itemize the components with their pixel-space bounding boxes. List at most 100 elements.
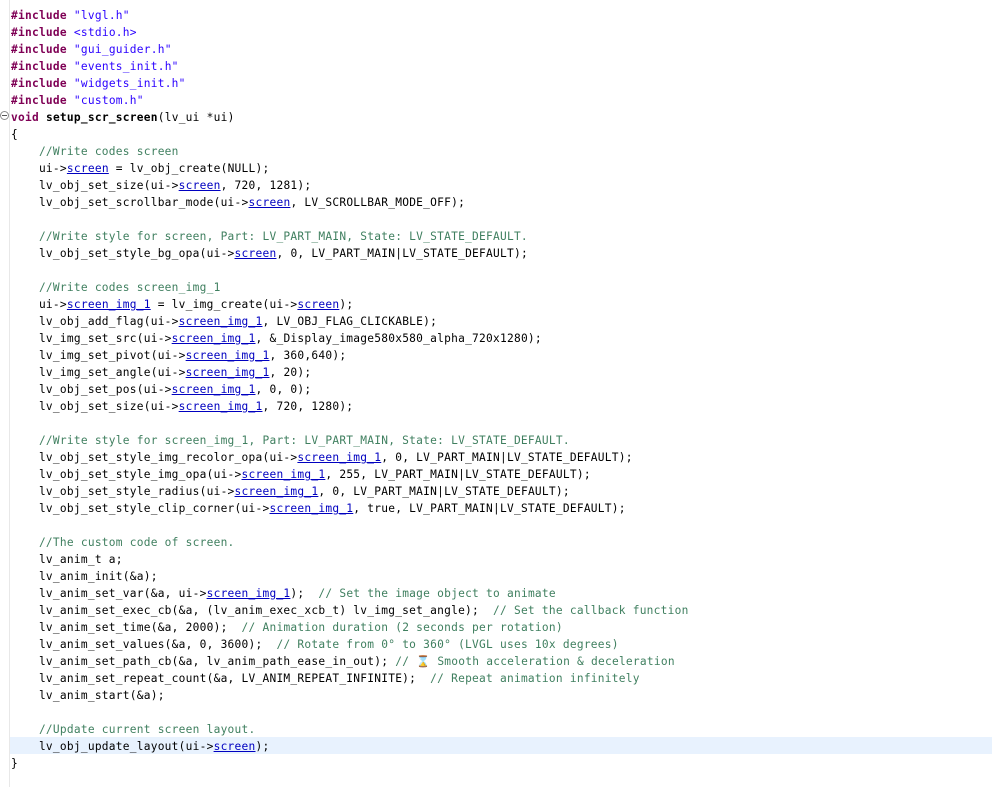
- string-token: "lvgl.h": [73, 9, 130, 22]
- code-line[interactable]: #include <stdio.h>: [11, 24, 137, 41]
- code-token: = lv_img_create(ui->: [150, 298, 298, 311]
- code-token: lv_obj_set_size(ui->: [11, 400, 179, 413]
- code-line[interactable]: void setup_scr_screen(lv_ui *ui): [11, 109, 235, 126]
- code-token: lv_obj_set_style_img_recolor_opa(ui->: [11, 451, 298, 464]
- code-token: );: [339, 298, 354, 311]
- code-token: , 0, LV_PART_MAIN|LV_STATE_DEFAULT);: [381, 451, 633, 464]
- code-line[interactable]: lv_obj_set_style_radius(ui->screen_img_1…: [11, 483, 570, 500]
- code-line[interactable]: lv_anim_set_time(&a, 2000); // Animation…: [11, 619, 563, 636]
- code-line[interactable]: #include "custom.h": [11, 92, 144, 109]
- code-token: ui->: [11, 298, 67, 311]
- field-token: screen: [213, 740, 256, 753]
- code-line[interactable]: //Write style for screen_img_1, Part: LV…: [11, 432, 570, 449]
- code-line[interactable]: lv_obj_set_style_bg_opa(ui->screen, 0, L…: [11, 245, 528, 262]
- code-line[interactable]: lv_anim_set_repeat_count(&a, LV_ANIM_REP…: [11, 670, 640, 687]
- code-token: lv_obj_set_style_bg_opa(ui->: [11, 247, 235, 260]
- code-line[interactable]: #include "events_init.h": [11, 58, 179, 75]
- code-token: lv_anim_set_path_cb(&a, lv_anim_path_eas…: [11, 655, 396, 668]
- code-line[interactable]: #include "lvgl.h": [11, 7, 130, 24]
- preprocessor-token: #include: [11, 26, 67, 39]
- code-line[interactable]: lv_obj_set_style_img_recolor_opa(ui->scr…: [11, 449, 633, 466]
- code-line[interactable]: #include "widgets_init.h": [11, 75, 186, 92]
- field-token: screen_img_1: [178, 315, 263, 328]
- code-token: , 20);: [269, 366, 312, 379]
- code-token: lv_anim_set_values(&a, 0, 3600);: [11, 638, 277, 651]
- comment-token: // Animation duration (2 seconds per rot…: [241, 621, 563, 634]
- code-line[interactable]: lv_img_set_pivot(ui->screen_img_1, 360,6…: [11, 347, 346, 364]
- code-line[interactable]: {: [11, 126, 18, 143]
- code-line[interactable]: //Write codes screen_img_1: [11, 279, 221, 296]
- collapse-icon[interactable]: [0, 111, 9, 120]
- field-token: screen_img_1: [269, 502, 354, 515]
- code-line[interactable]: //The custom code of screen.: [11, 534, 235, 551]
- code-line[interactable]: lv_obj_set_style_clip_corner(ui->screen_…: [11, 500, 626, 517]
- code-line[interactable]: lv_obj_add_flag(ui->screen_img_1, LV_OBJ…: [11, 313, 437, 330]
- code-line[interactable]: lv_obj_set_pos(ui->screen_img_1, 0, 0);: [11, 381, 311, 398]
- string-token: "widgets_init.h": [73, 77, 186, 90]
- string-token: "gui_guider.h": [73, 43, 172, 56]
- code-editor[interactable]: #include "lvgl.h" #include <stdio.h> #incl…: [0, 0, 992, 787]
- string-token: <stdio.h>: [73, 26, 137, 39]
- code-line[interactable]: //Write codes screen: [11, 143, 179, 160]
- code-token: lv_obj_set_size(ui->: [11, 179, 179, 192]
- editor-gutter: [9, 0, 10, 787]
- code-token: = lv_obj_create(NULL);: [108, 162, 270, 175]
- code-token: , 360,640);: [269, 349, 347, 362]
- preprocessor-token: #include: [11, 43, 67, 56]
- preprocessor-token: #include: [11, 60, 67, 73]
- code-token: , LV_OBJ_FLAG_CLICKABLE);: [262, 315, 438, 328]
- code-line[interactable]: #include "gui_guider.h": [11, 41, 172, 58]
- comment-token: //Write codes screen: [11, 145, 179, 158]
- comment-token: //Write style for screen, Part: LV_PART_…: [11, 230, 528, 243]
- code-line[interactable]: lv_anim_start(&a);: [11, 687, 165, 704]
- code-line[interactable]: lv_obj_set_style_img_opa(ui->screen_img_…: [11, 466, 591, 483]
- field-token: screen_img_1: [185, 349, 270, 362]
- code-line[interactable]: lv_obj_set_size(ui->screen_img_1, 720, 1…: [11, 398, 353, 415]
- code-token: , 720, 1281);: [220, 179, 312, 192]
- code-line[interactable]: lv_obj_update_layout(ui->screen);: [11, 738, 269, 755]
- code-token: ui->: [11, 162, 67, 175]
- code-line[interactable]: lv_anim_set_exec_cb(&a, (lv_anim_exec_xc…: [11, 602, 689, 619]
- field-token: screen_img_1: [297, 451, 382, 464]
- code-token: , LV_SCROLLBAR_MODE_OFF);: [290, 196, 466, 209]
- code-line[interactable]: lv_anim_init(&a);: [11, 568, 158, 585]
- code-line[interactable]: lv_img_set_angle(ui->screen_img_1, 20);: [11, 364, 311, 381]
- field-token: screen: [297, 298, 340, 311]
- code-line[interactable]: lv_anim_t a;: [11, 551, 123, 568]
- code-line[interactable]: lv_obj_set_scrollbar_mode(ui->screen, LV…: [11, 194, 465, 211]
- code-line[interactable]: ui->screen_img_1 = lv_img_create(ui->scr…: [11, 296, 353, 313]
- code-token: lv_img_set_angle(ui->: [11, 366, 186, 379]
- code-token: lv_anim_start(&a);: [11, 689, 165, 702]
- code-token: , 720, 1280);: [262, 400, 354, 413]
- code-line[interactable]: lv_img_set_src(ui->screen_img_1, &_Displ…: [11, 330, 542, 347]
- keyword-token: void: [11, 111, 39, 124]
- code-token: lv_anim_set_var(&a, ui->: [11, 587, 207, 600]
- code-line[interactable]: lv_anim_set_var(&a, ui->screen_img_1); /…: [11, 585, 556, 602]
- preprocessor-token: #include: [11, 77, 67, 90]
- field-token: screen_img_1: [185, 366, 270, 379]
- code-line[interactable]: ui->screen = lv_obj_create(NULL);: [11, 160, 269, 177]
- code-token: lv_obj_add_flag(ui->: [11, 315, 179, 328]
- code-token: , 0, 0);: [255, 383, 312, 396]
- code-line[interactable]: lv_obj_set_size(ui->screen, 720, 1281);: [11, 177, 311, 194]
- comment-token: //Write codes screen_img_1: [11, 281, 221, 294]
- code-line[interactable]: //Update current screen layout.: [11, 721, 256, 738]
- code-token: );: [255, 740, 270, 753]
- field-token: screen_img_1: [234, 485, 319, 498]
- comment-token: // ⌛ Smooth acceleration & deceleration: [395, 655, 675, 668]
- code-line[interactable]: lv_anim_set_values(&a, 0, 3600); // Rota…: [11, 636, 619, 653]
- code-token: {: [11, 128, 18, 141]
- code-token: lv_anim_set_exec_cb(&a, (lv_anim_exec_xc…: [11, 604, 493, 617]
- code-token: , true, LV_PART_MAIN|LV_STATE_DEFAULT);: [353, 502, 626, 515]
- code-line[interactable]: lv_anim_set_path_cb(&a, lv_anim_path_eas…: [11, 653, 675, 670]
- code-token: lv_img_set_src(ui->: [11, 332, 172, 345]
- field-token: screen_img_1: [241, 468, 326, 481]
- code-line[interactable]: }: [11, 755, 18, 772]
- code-line[interactable]: //Write style for screen, Part: LV_PART_…: [11, 228, 528, 245]
- code-token: , 0, LV_PART_MAIN|LV_STATE_DEFAULT);: [276, 247, 528, 260]
